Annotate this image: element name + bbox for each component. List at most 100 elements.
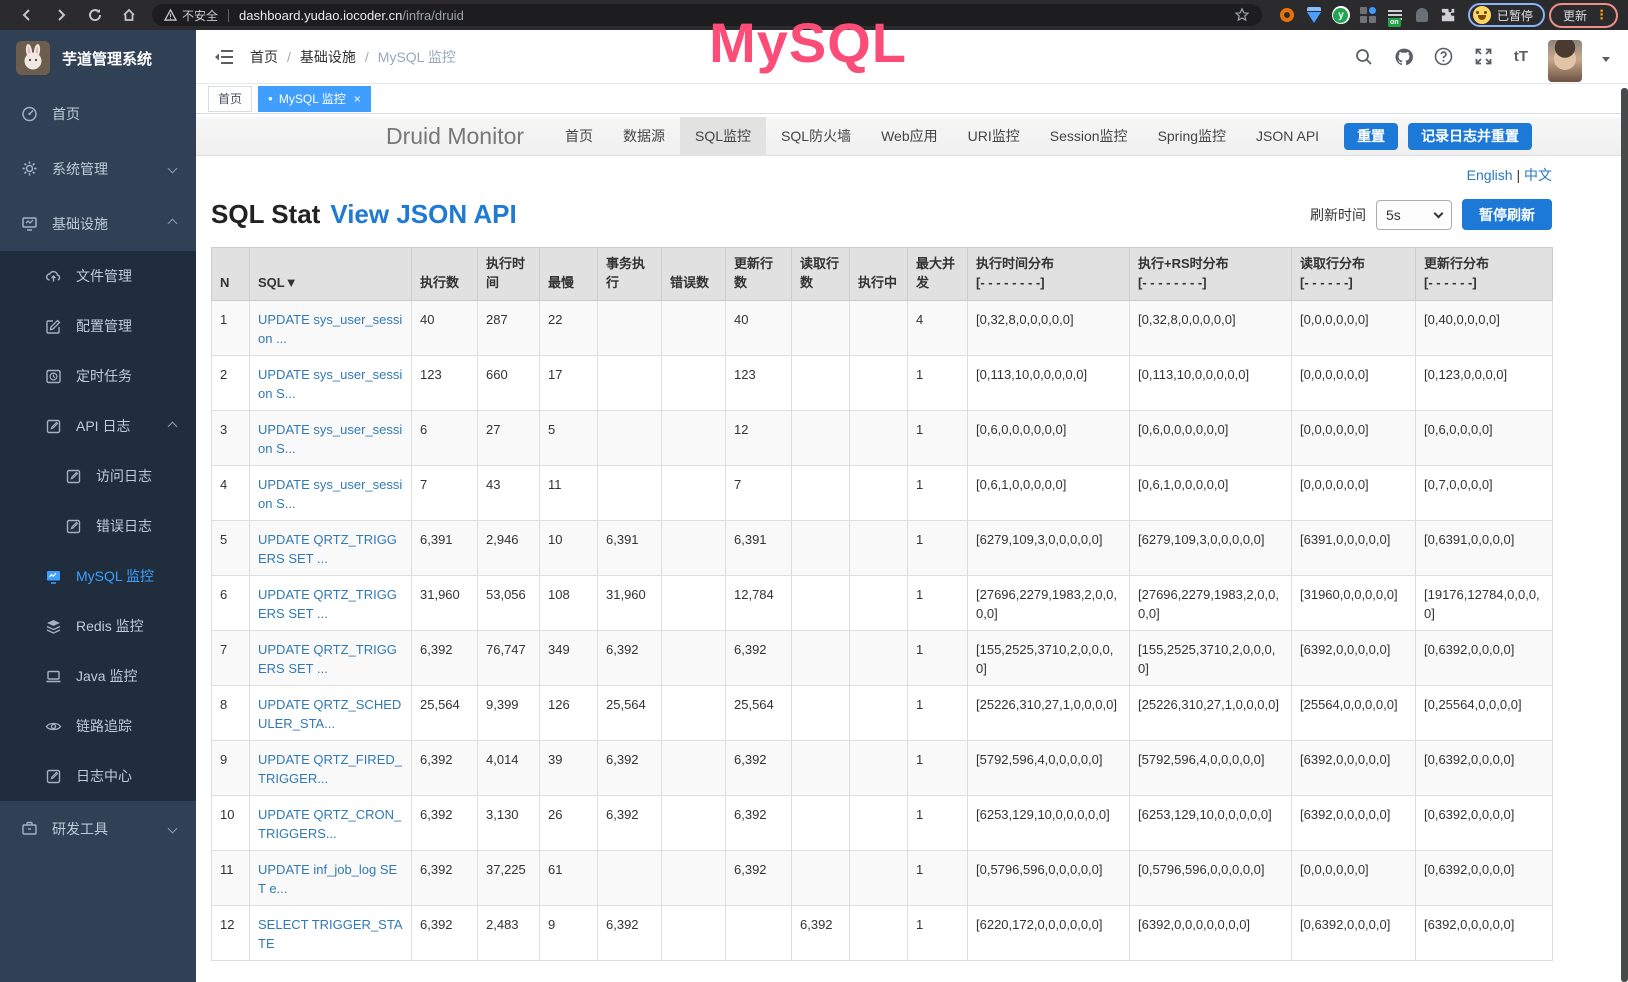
sidebar-item-api-logs[interactable]: API 日志 <box>0 401 196 451</box>
druid-nav-item[interactable]: 数据源 <box>608 117 680 156</box>
table-cell: 12 <box>212 905 250 960</box>
back-icon[interactable] <box>17 5 37 25</box>
table-cell <box>792 355 850 410</box>
table-cell <box>598 850 662 905</box>
search-icon[interactable] <box>1354 47 1374 67</box>
log-and-reset-button[interactable]: 记录日志并重置 <box>1408 123 1532 150</box>
sql-link[interactable]: UPDATE QRTZ_FIRED_TRIGGER... <box>258 752 402 787</box>
table-body: 1UPDATE sys_user_session ...4028722404[0… <box>212 300 1553 960</box>
sql-link[interactable]: UPDATE QRTZ_TRIGGERS SET ... <box>258 532 397 567</box>
sql-link[interactable]: UPDATE QRTZ_TRIGGERS SET ... <box>258 587 397 622</box>
sql-link[interactable]: UPDATE sys_user_session S... <box>258 477 402 512</box>
column-header[interactable]: SQL▼ <box>250 248 412 301</box>
help-icon[interactable] <box>1434 47 1454 67</box>
druid-nav-item[interactable]: URI监控 <box>953 117 1035 156</box>
sql-link[interactable]: UPDATE sys_user_session S... <box>258 422 402 457</box>
breadcrumb-home[interactable]: 首页 <box>250 47 278 67</box>
sidebar-item-tracing[interactable]: 链路追踪 <box>0 701 196 751</box>
column-header: 事务执行 <box>598 248 662 301</box>
lang-english-link[interactable]: English <box>1467 167 1513 183</box>
column-header: 执行中 <box>850 248 908 301</box>
security-warning[interactable]: 不安全 <box>164 7 218 24</box>
bookmark-star-icon[interactable] <box>1234 7 1250 23</box>
sidebar-item-home[interactable]: 首页 <box>0 86 196 141</box>
column-header: 错误数 <box>662 248 726 301</box>
refresh-interval-select[interactable]: 5s <box>1376 200 1452 230</box>
table-cell: 1 <box>908 850 968 905</box>
sql-link[interactable]: UPDATE QRTZ_SCHEDULER_STA... <box>258 697 401 732</box>
extension-list-icon[interactable]: on <box>1386 6 1404 24</box>
sql-link[interactable]: UPDATE QRTZ_TRIGGERS SET ... <box>258 642 397 677</box>
table-cell: [0,5796,596,0,0,0,0,0] <box>1130 850 1292 905</box>
page-scrollbar[interactable] <box>1621 88 1628 982</box>
druid-nav-item[interactable]: Session监控 <box>1035 117 1143 156</box>
sql-link[interactable]: UPDATE sys_user_session ... <box>258 312 402 347</box>
sidebar-item-file-management[interactable]: 文件管理 <box>0 251 196 301</box>
druid-nav-item[interactable]: 首页 <box>550 117 608 156</box>
sidebar-item-config-management[interactable]: 配置管理 <box>0 301 196 351</box>
table-cell: [25226,310,27,1,0,0,0,0] <box>968 685 1130 740</box>
table-cell: 76,747 <box>478 630 540 685</box>
user-avatar[interactable] <box>1548 40 1582 82</box>
tag-home[interactable]: 首页 <box>208 86 252 112</box>
table-cell: 6,392 <box>726 630 792 685</box>
sidebar-item-redis-monitor[interactable]: Redis 监控 <box>0 601 196 651</box>
sidebar-item-java-monitor[interactable]: Java 监控 <box>0 651 196 701</box>
browser-menu-dots-icon[interactable]: ⋮ <box>1595 10 1608 20</box>
druid-nav-item[interactable]: Spring监控 <box>1143 117 1241 156</box>
sidebar-item-label: Redis 监控 <box>76 616 144 636</box>
table-cell: 22 <box>540 300 598 355</box>
column-header: 执行+RS时分布 [- - - - - - - -] <box>1130 248 1292 301</box>
caret-down-icon[interactable] <box>1602 57 1610 62</box>
sql-link[interactable]: UPDATE QRTZ_CRON_TRIGGERS... <box>258 807 401 842</box>
tag-close-icon[interactable]: × <box>354 92 361 106</box>
druid-nav-item[interactable]: SQL监控 <box>680 117 766 156</box>
extension-y-icon[interactable]: y <box>1332 6 1350 24</box>
table-cell: 6,392 <box>598 905 662 960</box>
sidebar-fold-icon[interactable] <box>214 48 234 66</box>
extensions-puzzle-icon[interactable] <box>1440 6 1458 24</box>
view-json-api-link[interactable]: View JSON API <box>330 199 516 230</box>
druid-nav-item[interactable]: Web应用 <box>866 117 953 156</box>
extension-blocks-icon[interactable] <box>1359 6 1377 24</box>
table-cell: 1 <box>908 740 968 795</box>
sidebar-item-infrastructure[interactable]: 基础设施 <box>0 196 196 251</box>
extension-misc-icon[interactable] <box>1413 6 1431 24</box>
pause-refresh-button[interactable]: 暂停刷新 <box>1462 199 1552 230</box>
druid-nav-item[interactable]: JSON API <box>1241 117 1334 156</box>
font-size-icon[interactable]: tT <box>1514 48 1528 65</box>
extension-donut-icon[interactable] <box>1278 6 1296 24</box>
gear-icon <box>20 160 38 178</box>
sql-cell: UPDATE QRTZ_TRIGGERS SET ... <box>250 520 412 575</box>
sidebar-item-dev-tools[interactable]: 研发工具 <box>0 801 196 856</box>
sidebar-item-scheduled-jobs[interactable]: 定时任务 <box>0 351 196 401</box>
browser-update-button[interactable]: 更新 ⋮ <box>1549 3 1618 28</box>
home-icon[interactable] <box>119 5 139 25</box>
druid-nav-item[interactable]: SQL防火墙 <box>766 117 866 156</box>
browser-profile-button[interactable]: 已暂停 <box>1468 3 1545 27</box>
table-cell: 1 <box>908 355 968 410</box>
extension-gem-icon[interactable] <box>1305 6 1323 24</box>
table-cell <box>850 795 908 850</box>
address-bar[interactable]: 不安全 dashboard.yudao.iocoder.cn/infra/dru… <box>152 4 1262 26</box>
github-icon[interactable] <box>1394 47 1414 67</box>
table-cell: 2,946 <box>478 520 540 575</box>
reload-icon[interactable] <box>85 5 105 25</box>
sql-link[interactable]: UPDATE sys_user_session S... <box>258 367 402 402</box>
sql-link[interactable]: SELECT TRIGGER_STATE <box>258 917 403 952</box>
sidebar-item-mysql-monitor[interactable]: MySQL 监控 <box>0 551 196 601</box>
table-cell: [0,25564,0,0,0,0] <box>1416 685 1553 740</box>
forward-icon[interactable] <box>51 5 71 25</box>
sidebar-item-error-logs[interactable]: 错误日志 <box>0 501 196 551</box>
reset-button[interactable]: 重置 <box>1344 123 1398 150</box>
breadcrumb-infrastructure[interactable]: 基础设施 <box>300 47 356 67</box>
sql-link[interactable]: UPDATE inf_job_log SET e... <box>258 862 397 897</box>
sidebar-item-system[interactable]: 系统管理 <box>0 141 196 196</box>
sidebar-item-access-logs[interactable]: 访问日志 <box>0 451 196 501</box>
table-cell: 6,392 <box>726 850 792 905</box>
sidebar-item-log-center[interactable]: 日志中心 <box>0 751 196 801</box>
table-cell: 6,392 <box>598 630 662 685</box>
fullscreen-icon[interactable] <box>1474 47 1494 67</box>
lang-chinese-link[interactable]: 中文 <box>1524 167 1552 183</box>
tag-mysql-monitor[interactable]: ● MySQL 监控 × <box>258 86 371 112</box>
